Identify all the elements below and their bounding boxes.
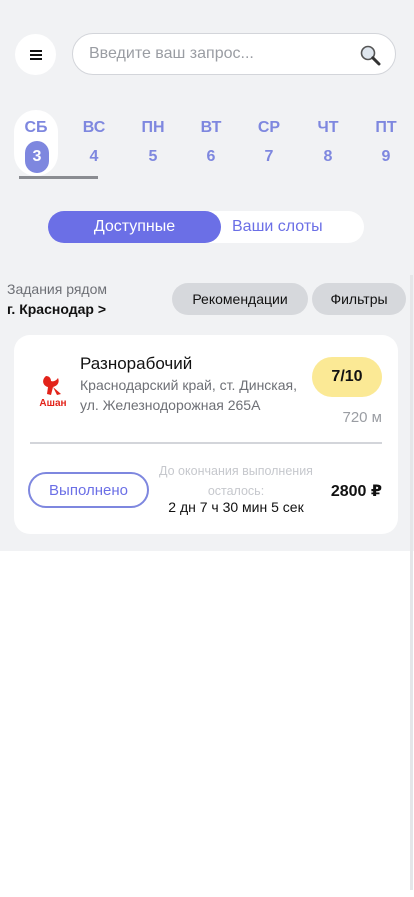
day-number: 5 bbox=[148, 148, 158, 165]
distance: 720 м bbox=[342, 409, 382, 426]
tab-my-slots[interactable]: Ваши слоты bbox=[221, 211, 364, 243]
day-scroll-indicator bbox=[19, 176, 98, 179]
price: 2800 ₽ bbox=[330, 483, 382, 500]
nearby-label: Задания рядом bbox=[7, 281, 108, 297]
day-label: СР bbox=[257, 119, 281, 136]
recommendations-chip[interactable]: Рекомендации bbox=[172, 283, 308, 315]
filters-chip[interactable]: Фильтры bbox=[312, 283, 406, 315]
day-number: 8 bbox=[323, 148, 333, 165]
city-selector[interactable]: г. Краснодар > bbox=[7, 301, 106, 317]
day-label: ВТ bbox=[200, 119, 222, 136]
day-label: ПТ bbox=[375, 119, 397, 136]
job-title: Разнорабочий bbox=[80, 354, 193, 373]
day-label: ВС bbox=[82, 119, 106, 136]
search-bar[interactable] bbox=[72, 33, 396, 75]
day-tue[interactable]: ВТ 6 bbox=[189, 110, 233, 176]
day-thu[interactable]: ЧТ 8 bbox=[306, 110, 350, 176]
day-fri[interactable]: ПТ 9 bbox=[364, 110, 408, 176]
card-divider bbox=[30, 442, 382, 444]
day-number: 9 bbox=[381, 148, 391, 165]
auchan-logo: Ашан bbox=[39, 376, 67, 408]
search-input[interactable] bbox=[89, 34, 349, 74]
slots-badge: 7/10 bbox=[312, 357, 382, 397]
scrollbar[interactable] bbox=[410, 275, 413, 890]
day-wed[interactable]: СР 7 bbox=[247, 110, 291, 176]
remaining-time: 2 дн 7 ч 30 мин 5 сек bbox=[168, 499, 304, 515]
day-number: 4 bbox=[89, 148, 99, 165]
done-button[interactable]: Выполнено bbox=[28, 472, 149, 508]
day-number: 6 bbox=[206, 148, 216, 165]
remaining-label: До окончания выполнения осталось: bbox=[159, 464, 313, 498]
day-label: СБ bbox=[24, 119, 48, 136]
day-number: 7 bbox=[264, 148, 274, 165]
hamburger-icon bbox=[29, 49, 42, 60]
day-label: ЧТ bbox=[317, 119, 339, 136]
task-card[interactable]: Ашан Разнорабочий Краснодарский край, ст… bbox=[14, 335, 398, 534]
tab-switcher: Доступные Ваши слоты bbox=[48, 211, 364, 243]
search-icon[interactable] bbox=[359, 44, 381, 66]
day-sun[interactable]: ВС 4 bbox=[72, 110, 116, 176]
day-mon[interactable]: ПН 5 bbox=[131, 110, 175, 176]
job-address: Краснодарский край, ст. Динская, ул. Жел… bbox=[80, 377, 297, 413]
day-sat[interactable]: СБ 3 bbox=[14, 110, 58, 176]
day-label: ПН bbox=[141, 119, 165, 136]
day-number-selected: 3 bbox=[25, 141, 49, 173]
logo-text: Ашан bbox=[39, 398, 66, 408]
menu-button[interactable] bbox=[15, 34, 56, 75]
tab-available[interactable]: Доступные bbox=[48, 211, 221, 243]
